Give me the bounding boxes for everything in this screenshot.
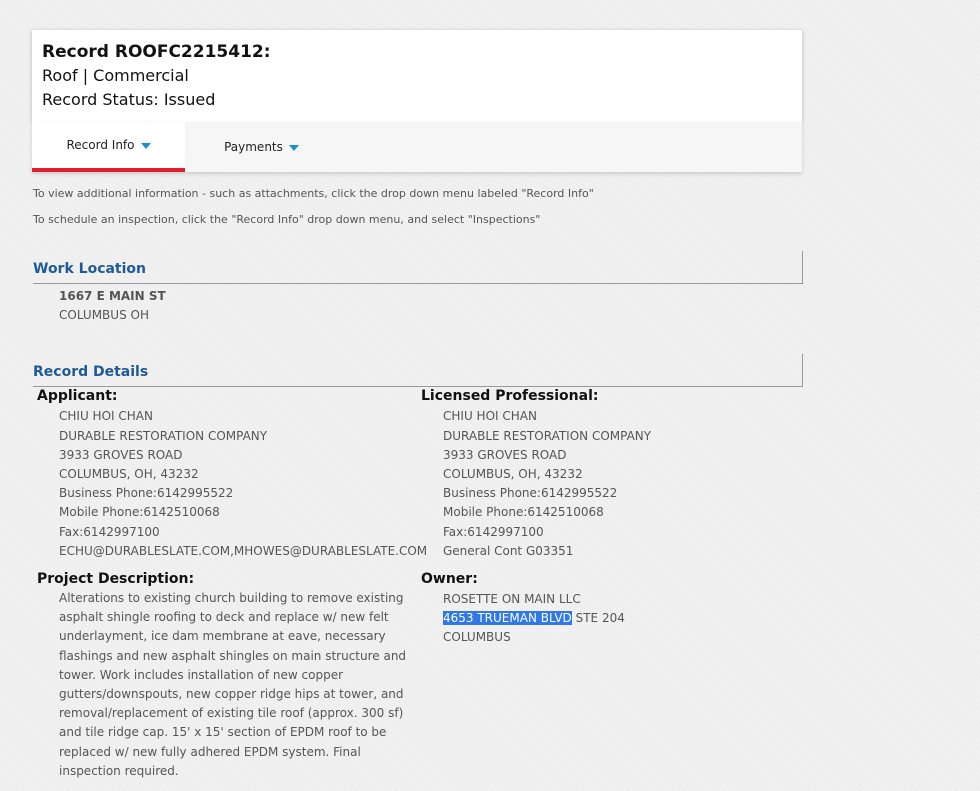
applicant-mobile-phone: Mobile Phone:6142510068 (59, 505, 220, 519)
applicant-email: ECHU@DURABLESLATE.COM,MHOWES@DURABLESLAT… (59, 544, 428, 558)
caret-down-icon (140, 142, 151, 149)
caret-down-icon (288, 144, 299, 151)
applicant-company: DURABLE RESTORATION COMPANY (59, 429, 268, 443)
record-header: Record ROOFC2215412: Roof | Commercial R… (32, 30, 802, 122)
owner-city: COLUMBUS (443, 630, 511, 644)
professional-business-phone: Business Phone:6142995522 (443, 486, 618, 500)
work-location-city: COLUMBUS OH (59, 308, 149, 322)
work-location-street: 1667 E MAIN ST (59, 289, 166, 303)
project-description-text: Alterations to existing church building … (59, 591, 407, 778)
owner-label: Owner: (421, 571, 478, 587)
tab-payments[interactable]: Payments (185, 122, 338, 172)
project-description-label: Project Description: (37, 571, 195, 587)
licensed-professional-label: Licensed Professional: (421, 388, 599, 404)
work-location-section: Work Location (33, 251, 803, 284)
tab-payments-label: Payments (224, 140, 283, 154)
record-title: Record ROOFC2215412: (42, 42, 271, 62)
record-type: Roof | Commercial (42, 66, 189, 85)
hint-attachments: To view additional information - such as… (33, 187, 594, 200)
owner-address: 4653 TRUEMAN BLVD STE 204 (443, 611, 625, 625)
tab-record-info-label: Record Info (66, 138, 135, 152)
professional-city: COLUMBUS, OH, 43232 (443, 467, 583, 481)
professional-company: DURABLE RESTORATION COMPANY (443, 429, 652, 443)
record-tabbar: Record Info Payments (32, 122, 802, 172)
applicant-fax: Fax:6142997100 (59, 525, 160, 539)
professional-name: CHIU HOI CHAN (443, 409, 537, 423)
professional-mobile-phone: Mobile Phone:6142510068 (443, 505, 604, 519)
record-status: Record Status: Issued (42, 90, 216, 109)
work-location-heading: Work Location (33, 261, 147, 277)
tab-record-info[interactable]: Record Info (32, 122, 185, 172)
owner-address-selected: 4653 TRUEMAN BLVD (443, 611, 572, 625)
record-details-heading: Record Details (33, 364, 149, 380)
professional-license: General Cont G03351 (443, 544, 574, 558)
professional-fax: Fax:6142997100 (443, 525, 544, 539)
owner-name: ROSETTE ON MAIN LLC (443, 592, 581, 606)
applicant-name: CHIU HOI CHAN (59, 409, 153, 423)
applicant-street: 3933 GROVES ROAD (59, 448, 183, 462)
owner-address-suite: STE 204 (571, 611, 625, 625)
professional-street: 3933 GROVES ROAD (443, 448, 567, 462)
applicant-business-phone: Business Phone:6142995522 (59, 486, 234, 500)
hint-inspections: To schedule an inspection, click the "Re… (33, 213, 541, 226)
record-details-section: Record Details (33, 354, 803, 387)
applicant-label: Applicant: (37, 388, 118, 404)
applicant-city: COLUMBUS, OH, 43232 (59, 467, 199, 481)
